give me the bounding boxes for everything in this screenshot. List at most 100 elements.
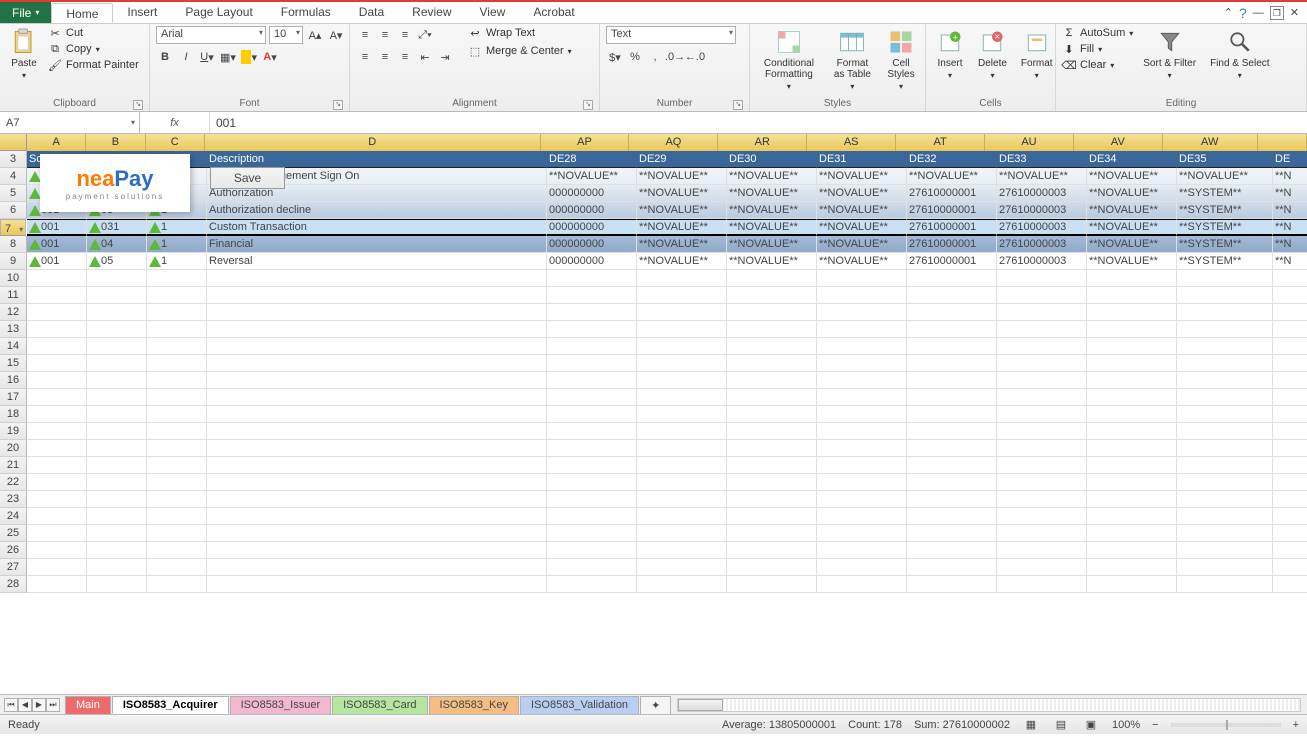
- sheet-tab[interactable]: ISO8583_Acquirer: [112, 696, 229, 714]
- cell[interactable]: [87, 338, 147, 355]
- cell[interactable]: [27, 270, 87, 287]
- cell[interactable]: [1177, 355, 1273, 372]
- cell[interactable]: 27610000003: [997, 202, 1087, 219]
- cell[interactable]: [727, 389, 817, 406]
- cell[interactable]: 000000000: [547, 185, 637, 202]
- cell[interactable]: Description: [207, 151, 547, 168]
- bold-button[interactable]: B: [156, 48, 174, 66]
- cell[interactable]: [1273, 474, 1307, 491]
- cell[interactable]: [1177, 389, 1273, 406]
- cell[interactable]: [27, 287, 87, 304]
- cell[interactable]: [1273, 457, 1307, 474]
- cell[interactable]: [907, 304, 997, 321]
- cell[interactable]: [1087, 406, 1177, 423]
- cell[interactable]: [907, 440, 997, 457]
- cell[interactable]: [147, 270, 207, 287]
- cell[interactable]: [1273, 440, 1307, 457]
- cell[interactable]: [1177, 372, 1273, 389]
- cell[interactable]: [1273, 321, 1307, 338]
- row-header[interactable]: 23: [0, 491, 27, 508]
- cell[interactable]: [727, 508, 817, 525]
- view-page-layout-icon[interactable]: ▤: [1052, 716, 1070, 734]
- increase-decimal-icon[interactable]: .0→: [666, 48, 684, 66]
- new-sheet-button[interactable]: ✦: [640, 696, 671, 714]
- cell[interactable]: [207, 576, 547, 593]
- cell[interactable]: [547, 491, 637, 508]
- cell[interactable]: **NOVALUE**: [997, 168, 1087, 185]
- cell[interactable]: **NOVALUE**: [727, 236, 817, 253]
- cell[interactable]: **NOVALUE**: [637, 236, 727, 253]
- cell[interactable]: DE33: [997, 151, 1087, 168]
- decrease-decimal-icon[interactable]: ←.0: [686, 48, 704, 66]
- column-header[interactable]: AV: [1074, 134, 1163, 151]
- cell[interactable]: [817, 355, 907, 372]
- row-header[interactable]: 26: [0, 542, 27, 559]
- tab-page-layout[interactable]: Page Layout: [171, 2, 266, 23]
- cell[interactable]: [87, 389, 147, 406]
- cell[interactable]: [27, 389, 87, 406]
- tab-insert[interactable]: Insert: [113, 2, 171, 23]
- cell[interactable]: DE30: [727, 151, 817, 168]
- row-header[interactable]: 8: [0, 236, 27, 253]
- cell[interactable]: [1273, 372, 1307, 389]
- cell[interactable]: [87, 372, 147, 389]
- sheet-tab[interactable]: ISO8583_Key: [429, 696, 520, 714]
- font-name-select[interactable]: Arial: [156, 26, 266, 44]
- cell[interactable]: [637, 287, 727, 304]
- cell[interactable]: [1273, 355, 1307, 372]
- cell[interactable]: [1177, 338, 1273, 355]
- tab-home[interactable]: Home: [51, 3, 113, 23]
- increase-indent-icon[interactable]: ⇥: [436, 48, 454, 66]
- cell[interactable]: [147, 542, 207, 559]
- decrease-indent-icon[interactable]: ⇤: [416, 48, 434, 66]
- cell[interactable]: [1177, 542, 1273, 559]
- row-header[interactable]: 22: [0, 474, 27, 491]
- cell[interactable]: [147, 474, 207, 491]
- cell[interactable]: [727, 525, 817, 542]
- cell[interactable]: [1273, 304, 1307, 321]
- cell[interactable]: [147, 508, 207, 525]
- cell[interactable]: [87, 542, 147, 559]
- cell[interactable]: [547, 508, 637, 525]
- cell[interactable]: [1087, 491, 1177, 508]
- cell[interactable]: [547, 525, 637, 542]
- cell[interactable]: [1177, 423, 1273, 440]
- cell[interactable]: [1273, 423, 1307, 440]
- cell[interactable]: [727, 355, 817, 372]
- row-header[interactable]: 6: [0, 202, 27, 219]
- cell[interactable]: [817, 559, 907, 576]
- cell[interactable]: [997, 440, 1087, 457]
- row-header[interactable]: 20: [0, 440, 27, 457]
- cell[interactable]: [147, 525, 207, 542]
- cell[interactable]: [727, 304, 817, 321]
- find-select-button[interactable]: Find & Select▾: [1206, 26, 1273, 82]
- cell[interactable]: [27, 542, 87, 559]
- column-header[interactable]: AW: [1163, 134, 1258, 151]
- column-header[interactable]: AS: [807, 134, 896, 151]
- cell[interactable]: [547, 389, 637, 406]
- cell[interactable]: [817, 389, 907, 406]
- cell[interactable]: [547, 440, 637, 457]
- cell[interactable]: [727, 440, 817, 457]
- cell[interactable]: [727, 457, 817, 474]
- fill-button[interactable]: ⬇Fill▾: [1062, 42, 1133, 56]
- cell[interactable]: **SYSTEM**: [1177, 202, 1273, 219]
- cell[interactable]: DE32: [907, 151, 997, 168]
- cell[interactable]: [637, 372, 727, 389]
- zoom-out-button[interactable]: −: [1152, 719, 1158, 731]
- cell[interactable]: [637, 474, 727, 491]
- cell[interactable]: [87, 423, 147, 440]
- cell[interactable]: [997, 542, 1087, 559]
- cell[interactable]: [817, 406, 907, 423]
- cut-button[interactable]: ✂Cut: [48, 26, 139, 40]
- sheet-nav-prev[interactable]: ◀: [18, 698, 32, 712]
- cell[interactable]: **SYSTEM**: [1177, 185, 1273, 202]
- cell[interactable]: [997, 474, 1087, 491]
- sheet-tab[interactable]: Main: [65, 696, 111, 714]
- font-size-select[interactable]: 10: [269, 26, 303, 44]
- cell[interactable]: [547, 287, 637, 304]
- cell[interactable]: [997, 508, 1087, 525]
- cell[interactable]: [1087, 440, 1177, 457]
- cell[interactable]: [817, 457, 907, 474]
- cell[interactable]: [907, 542, 997, 559]
